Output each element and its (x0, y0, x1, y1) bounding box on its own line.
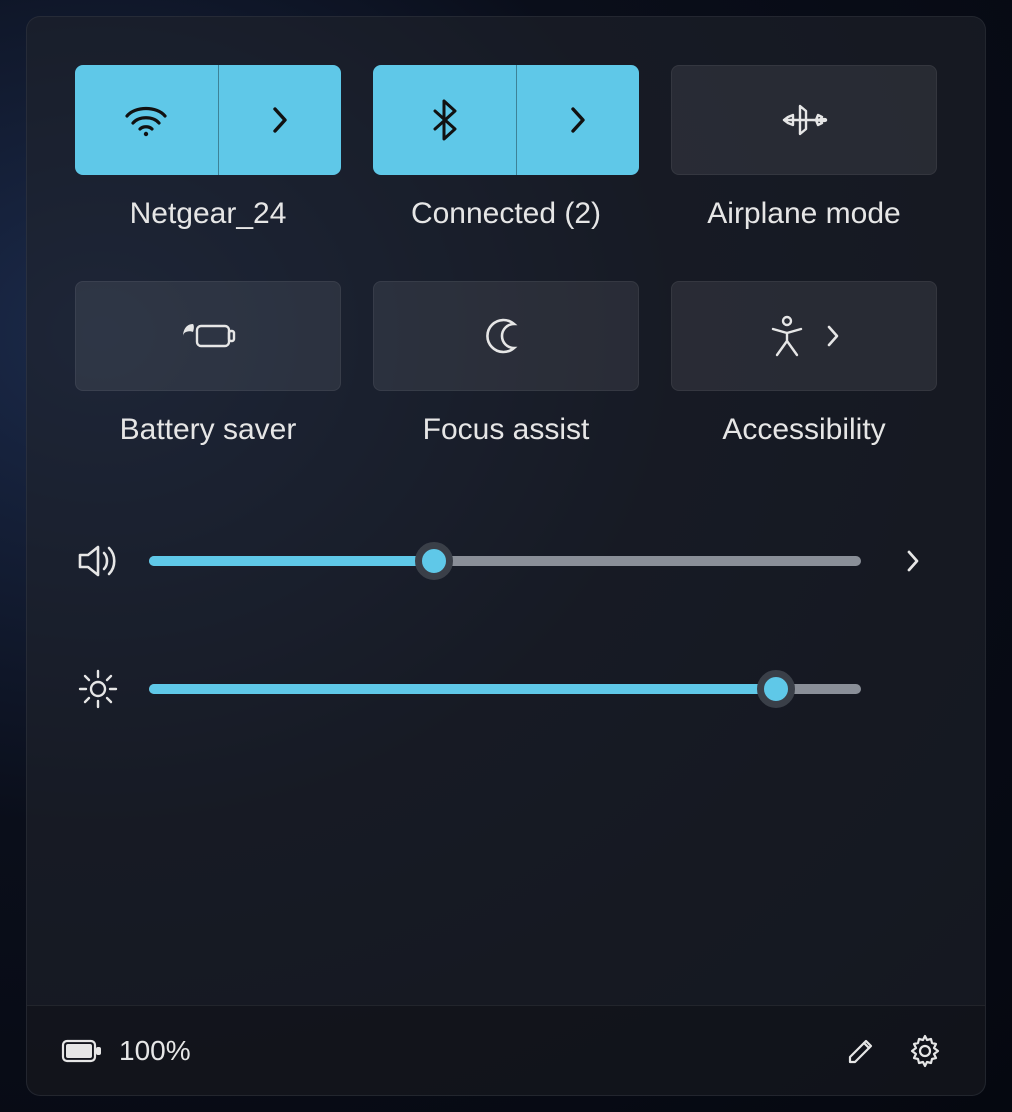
panel-footer: 100% (27, 1005, 985, 1095)
brightness-flyout-placeholder (889, 665, 937, 713)
focus-assist-icon (486, 316, 526, 356)
gear-icon (907, 1033, 943, 1069)
tile-wrap-wifi: Netgear_24 (75, 65, 341, 231)
tile-wrap-battery-saver: Battery saver (75, 281, 341, 447)
battery-icon (61, 1038, 103, 1064)
wifi-expand-button[interactable] (219, 65, 341, 175)
focus-assist-label: Focus assist (423, 413, 590, 447)
chevron-right-icon (568, 104, 588, 136)
brightness-slider[interactable] (149, 669, 861, 709)
tile-wrap-focus-assist: Focus assist (373, 281, 639, 447)
brightness-icon[interactable] (75, 666, 121, 712)
accessibility-icon (767, 315, 807, 357)
bluetooth-expand-button[interactable] (517, 65, 639, 175)
panel-content: Netgear_24 (27, 17, 985, 1005)
brightness-slider-row (75, 665, 937, 713)
volume-slider[interactable] (149, 541, 861, 581)
wifi-tile (75, 65, 341, 175)
brightness-fill (149, 684, 776, 694)
quick-settings-panel: Netgear_24 (26, 16, 986, 1096)
bluetooth-icon (430, 98, 458, 142)
tile-wrap-accessibility: Accessibility (671, 281, 937, 447)
tile-grid: Netgear_24 (75, 65, 937, 447)
volume-fill (149, 556, 434, 566)
tile-wrap-bluetooth: Connected (2) (373, 65, 639, 231)
battery-saver-icon (179, 318, 237, 354)
wifi-label: Netgear_24 (130, 197, 287, 231)
volume-slider-row (75, 537, 937, 585)
settings-button[interactable] (899, 1025, 951, 1077)
chevron-right-icon[interactable] (825, 323, 841, 349)
pencil-icon (844, 1034, 878, 1068)
battery-status[interactable]: 100% (61, 1035, 191, 1067)
brightness-thumb[interactable] (757, 670, 795, 708)
airplane-label: Airplane mode (707, 197, 900, 231)
volume-thumb[interactable] (415, 542, 453, 580)
battery-saver-toggle-button[interactable] (75, 281, 341, 391)
battery-saver-label: Battery saver (120, 413, 297, 447)
edit-quick-settings-button[interactable] (835, 1025, 887, 1077)
accessibility-tile (671, 281, 937, 391)
wifi-icon (123, 102, 169, 138)
battery-percent-text: 100% (119, 1035, 191, 1067)
accessibility-label: Accessibility (722, 413, 885, 447)
volume-flyout-button[interactable] (889, 537, 937, 585)
tile-wrap-airplane: Airplane mode (671, 65, 937, 231)
bluetooth-toggle-button[interactable] (373, 65, 517, 175)
airplane-toggle-button[interactable] (671, 65, 937, 175)
chevron-right-icon (270, 104, 290, 136)
airplane-icon (778, 100, 830, 140)
speaker-icon[interactable] (75, 538, 121, 584)
bluetooth-tile (373, 65, 639, 175)
focus-assist-toggle-button[interactable] (373, 281, 639, 391)
wifi-toggle-button[interactable] (75, 65, 219, 175)
bluetooth-label: Connected (2) (411, 197, 601, 231)
